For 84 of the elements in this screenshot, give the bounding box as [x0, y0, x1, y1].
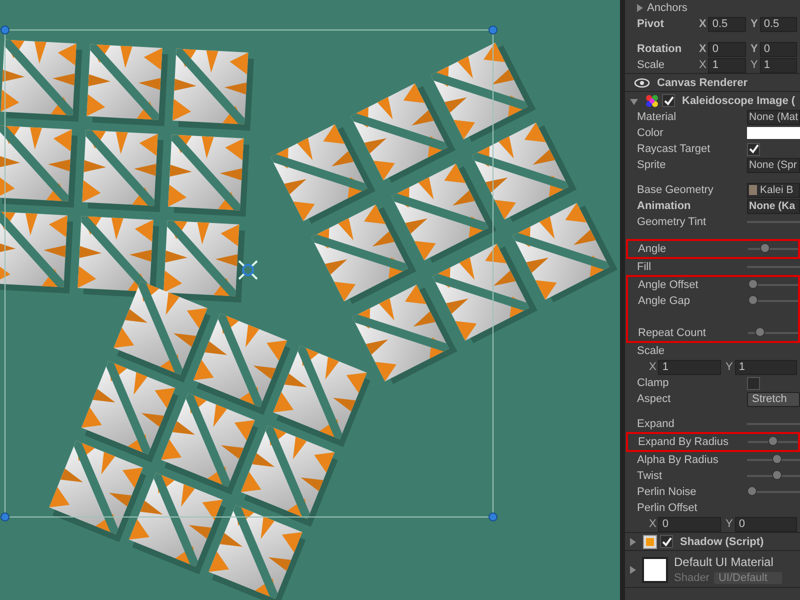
slider-track[interactable]: [748, 279, 798, 291]
number-field[interactable]: 1: [708, 58, 746, 72]
foldout-icon[interactable]: [637, 4, 643, 12]
field-label: Material: [637, 111, 678, 123]
slider-thumb[interactable]: [748, 279, 758, 289]
field-label: Perlin Noise: [637, 486, 698, 498]
object-field[interactable]: Kalei B: [747, 182, 800, 198]
field-label: Clamp: [637, 377, 670, 389]
axis-label: Y: [750, 59, 758, 71]
number-field[interactable]: 1: [658, 360, 720, 374]
resize-handle[interactable]: [0, 512, 10, 522]
field-label: Raycast Target: [637, 143, 712, 155]
field-label: Twist: [637, 470, 664, 482]
material-preview: [642, 556, 668, 582]
object-field[interactable]: None (Spr: [747, 158, 800, 172]
slider-thumb[interactable]: [755, 327, 765, 337]
number-field[interactable]: 0: [658, 516, 720, 532]
number-field[interactable]: 0: [734, 516, 797, 532]
axis-label: Y: [750, 43, 758, 55]
color-swatch[interactable]: [747, 127, 800, 139]
field-label: Angle Offset: [638, 279, 700, 291]
material-name: Default UI Material: [674, 555, 774, 569]
axis-label: Y: [750, 18, 758, 30]
field-label: Expand: [637, 418, 676, 430]
slider-thumb[interactable]: [768, 436, 778, 446]
field-label: Color: [637, 127, 664, 139]
field-label: Repeat Count: [638, 327, 707, 339]
field-label: Fill: [637, 261, 652, 273]
field-label: Angle: [638, 243, 668, 255]
field-label: Pivot: [637, 18, 665, 30]
slider-thumb[interactable]: [747, 486, 758, 496]
field-label: Scale: [637, 59, 666, 71]
number-field[interactable]: 0: [708, 42, 746, 56]
field-label: Perlin Offset: [637, 502, 698, 514]
field-label: Rotation: [637, 43, 683, 55]
number-field[interactable]: 0.5: [708, 16, 746, 32]
number-field[interactable]: 0: [760, 42, 797, 56]
field-label: Base Geometry: [637, 184, 714, 196]
shader-label: Shader: [674, 572, 710, 584]
number-field[interactable]: 1: [734, 360, 797, 374]
axis-label: Y: [726, 361, 733, 373]
slider-track[interactable]: [748, 243, 798, 255]
axis-label: X: [699, 59, 706, 71]
number-field[interactable]: 1: [760, 58, 797, 72]
eye-icon: [634, 78, 650, 88]
object-field[interactable]: None (Mat: [747, 110, 800, 124]
slider-thumb[interactable]: [748, 295, 758, 305]
axis-label: Y: [726, 518, 733, 530]
foldout-label[interactable]: Anchors: [647, 2, 688, 14]
number-field[interactable]: 0.5: [760, 16, 797, 32]
field-label: Alpha By Radius: [637, 454, 720, 466]
field-label: Scale: [637, 345, 666, 357]
slider-track[interactable]: [748, 436, 798, 448]
component-title: Kaleidoscope Image (: [682, 94, 796, 106]
axis-label: X: [699, 18, 706, 30]
field-label: Angle Gap: [638, 295, 691, 307]
axis-label: X: [649, 518, 656, 530]
resize-handle[interactable]: [0, 26, 10, 34]
foldout-icon[interactable]: [630, 566, 636, 574]
checkbox[interactable]: [747, 376, 760, 390]
component-title: Shadow (Script): [680, 536, 764, 548]
enable-checkbox[interactable]: [660, 535, 673, 548]
foldout-icon[interactable]: [630, 98, 638, 104]
axis-label: X: [649, 361, 656, 373]
flower-icon: [645, 94, 659, 108]
field-label: Geometry Tint: [637, 216, 708, 228]
script-icon: [643, 534, 657, 548]
axis-label: X: [699, 43, 706, 55]
slider-thumb[interactable]: [772, 470, 782, 480]
pivot-icon[interactable]: [238, 260, 258, 280]
resize-handle[interactable]: [488, 512, 498, 522]
slider-thumb[interactable]: [760, 243, 770, 253]
dropdown[interactable]: Stretch: [747, 392, 800, 406]
field-label: Aspect: [637, 393, 672, 405]
field-label: Animation: [637, 200, 692, 212]
checkbox[interactable]: [747, 142, 760, 156]
field-label: Expand By Radius: [638, 436, 730, 448]
object-field[interactable]: None (Ka: [747, 198, 800, 214]
field-label: Sprite: [637, 159, 667, 171]
enable-checkbox[interactable]: [662, 94, 675, 107]
resize-handle[interactable]: [488, 26, 498, 34]
foldout-icon[interactable]: [630, 538, 636, 546]
component-title: Canvas Renderer: [657, 76, 748, 88]
slider-thumb[interactable]: [772, 454, 782, 464]
